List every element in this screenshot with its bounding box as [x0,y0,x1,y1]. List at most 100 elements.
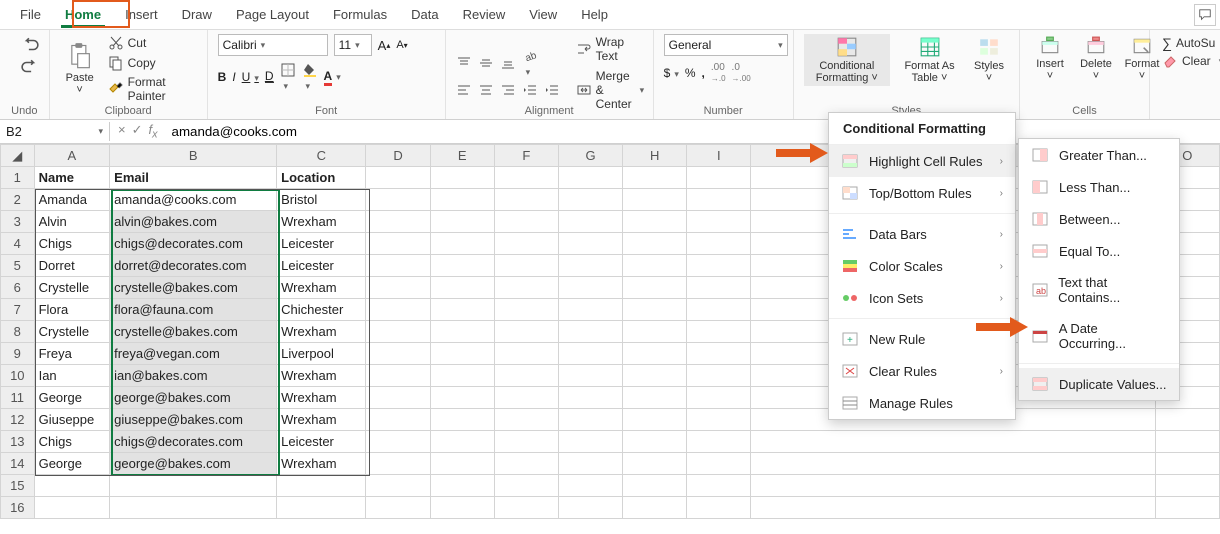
cell[interactable]: Freya [34,343,110,365]
comma-style-button[interactable]: , [702,66,705,80]
align-center-icon[interactable] [478,82,494,98]
cell[interactable]: Bristol [277,189,366,211]
col-header-I[interactable]: I [687,145,751,167]
cell[interactable]: chigs@decorates.com [110,233,277,255]
row-header[interactable]: 6 [1,277,35,299]
row-header[interactable]: 14 [1,453,35,475]
cell[interactable]: Chigs [34,233,110,255]
submenu-equal-to[interactable]: Equal To... [1019,235,1179,267]
row-header[interactable]: 12 [1,409,35,431]
cell[interactable]: Name [34,167,110,189]
cell[interactable]: Wrexham [277,321,366,343]
menu-item-clear-rules[interactable]: Clear Rules› [829,355,1015,387]
cell[interactable]: crystelle@bakes.com [110,277,277,299]
format-as-table-button[interactable]: Format As Table ˅ [896,34,963,86]
tab-draw[interactable]: Draw [170,3,224,26]
col-header-C[interactable]: C [277,145,366,167]
font-color-button[interactable]: A▾ [324,69,341,86]
cell[interactable]: Wrexham [277,211,366,233]
col-header-D[interactable]: D [366,145,430,167]
row-header[interactable]: 8 [1,321,35,343]
clear-button[interactable]: Clear▾ [1160,52,1210,70]
cell[interactable]: chigs@decorates.com [110,431,277,453]
row-header[interactable]: 13 [1,431,35,453]
cell[interactable]: Wrexham [277,387,366,409]
cell[interactable]: Ian [34,365,110,387]
cell[interactable]: george@bakes.com [110,387,277,409]
cell[interactable]: flora@fauna.com [110,299,277,321]
number-format-select[interactable]: General▾ [664,34,788,56]
font-name-select[interactable]: Calibri▾ [218,34,328,56]
redo-button[interactable] [10,56,50,78]
autosum-button[interactable]: ∑AutoSu [1160,34,1210,52]
tab-file[interactable]: File [8,3,53,26]
menu-item-icon-sets[interactable]: Icon Sets› [829,282,1015,314]
col-header-F[interactable]: F [494,145,558,167]
comments-button[interactable] [1194,4,1216,26]
row-header[interactable]: 9 [1,343,35,365]
italic-button[interactable]: I [232,70,235,84]
tab-view[interactable]: View [517,3,569,26]
currency-button[interactable]: $▾ [664,66,679,80]
cell[interactable]: alvin@bakes.com [110,211,277,233]
cell[interactable]: Wrexham [277,453,366,475]
submenu-greater-than[interactable]: Greater Than... [1019,139,1179,171]
row-header[interactable]: 10 [1,365,35,387]
submenu-between[interactable]: Between... [1019,203,1179,235]
cell[interactable]: Wrexham [277,277,366,299]
menu-item-data-bars[interactable]: Data Bars› [829,218,1015,250]
align-top-icon[interactable] [456,55,472,71]
cell[interactable]: Amanda [34,189,110,211]
format-painter-button[interactable]: Format Painter [106,74,197,104]
fill-color-button[interactable]: ▾ [302,62,318,92]
cell[interactable]: Leicester [277,255,366,277]
menu-item-highlight-cell-rules[interactable]: Highlight Cell Rules› [829,145,1015,177]
increase-indent-icon[interactable] [544,82,560,98]
cell[interactable]: Email [110,167,277,189]
fx-icon[interactable]: fx [149,122,158,141]
decrease-decimal-button[interactable]: .0→.00 [732,62,751,84]
tab-data[interactable]: Data [399,3,450,26]
increase-font-icon[interactable]: A▴ [378,38,391,53]
cell[interactable]: George [34,453,110,475]
increase-decimal-button[interactable]: .00→.0 [711,62,726,84]
cell[interactable]: Liverpool [277,343,366,365]
cell[interactable]: Alvin [34,211,110,233]
cell[interactable]: Wrexham [277,409,366,431]
delete-cells-button[interactable]: Delete˅ [1076,34,1116,84]
align-left-icon[interactable] [456,82,472,98]
align-middle-icon[interactable] [478,55,494,71]
row-header[interactable]: 2 [1,189,35,211]
align-right-icon[interactable] [500,82,516,98]
cancel-formula-icon[interactable]: × [118,122,126,141]
name-box[interactable]: B2▾ [0,122,110,141]
cell[interactable]: Flora [34,299,110,321]
cell[interactable]: George [34,387,110,409]
cut-button[interactable]: Cut [106,34,197,52]
cell[interactable]: Wrexham [277,365,366,387]
bold-button[interactable]: B [218,70,227,84]
cell[interactable]: crystelle@bakes.com [110,321,277,343]
col-header-A[interactable]: A [34,145,110,167]
submenu-text-contains[interactable]: ab Text that Contains... [1019,267,1179,313]
copy-button[interactable]: Copy [106,54,197,72]
cell[interactable]: george@bakes.com [110,453,277,475]
undo-button[interactable] [10,34,50,56]
cell[interactable]: Leicester [277,431,366,453]
cell[interactable]: ian@bakes.com [110,365,277,387]
row-header[interactable]: 15 [1,475,35,497]
submenu-duplicate-values[interactable]: Duplicate Values... [1019,368,1179,400]
orientation-button[interactable]: ab▾ [522,48,538,78]
cell-styles-button[interactable]: Styles˅ [969,34,1009,86]
decrease-font-icon[interactable]: A▾ [396,39,407,51]
cell[interactable]: Leicester [277,233,366,255]
menu-item-manage-rules[interactable]: Manage Rules [829,387,1015,419]
row-header[interactable]: 7 [1,299,35,321]
cell[interactable]: Chichester [277,299,366,321]
tab-review[interactable]: Review [451,3,518,26]
cell[interactable]: Giuseppe [34,409,110,431]
row-header[interactable]: 4 [1,233,35,255]
col-header-H[interactable]: H [623,145,687,167]
menu-item-top-bottom-rules[interactable]: Top/Bottom Rules› [829,177,1015,209]
col-header-E[interactable]: E [430,145,494,167]
